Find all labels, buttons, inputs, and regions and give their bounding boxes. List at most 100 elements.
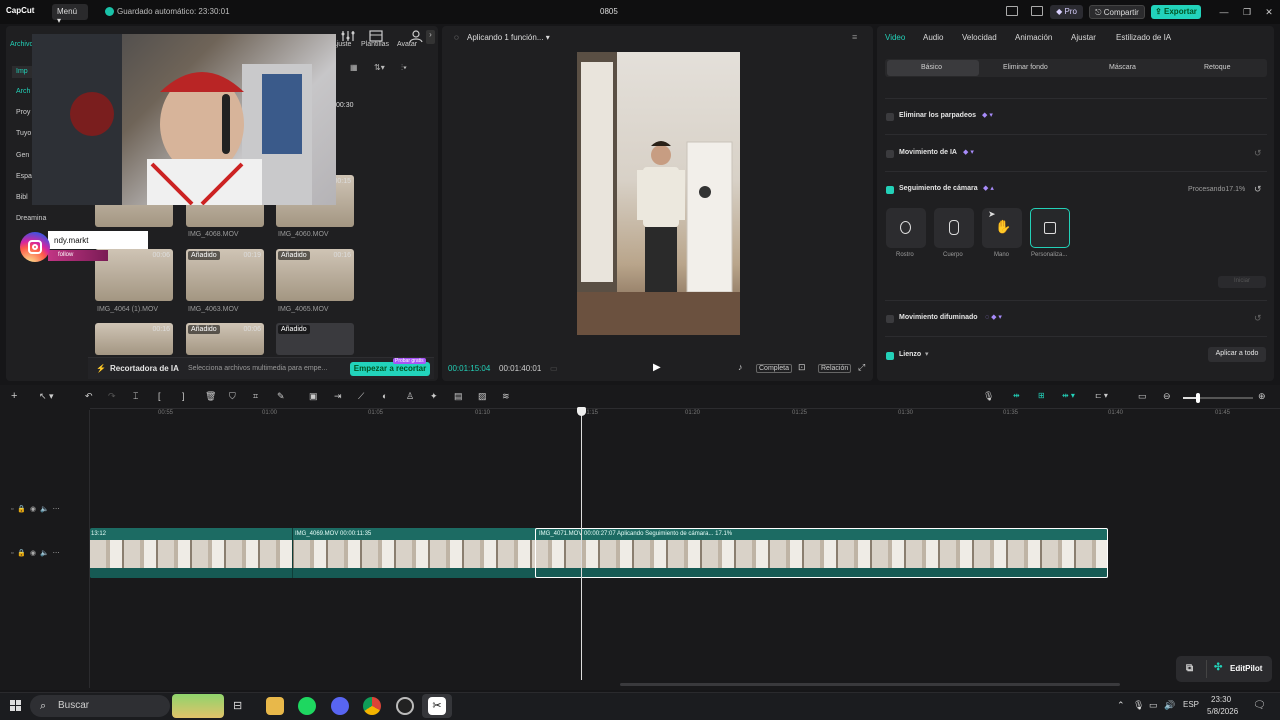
pip-icon[interactable]: ⧉ xyxy=(1186,663,1193,674)
ratio-button[interactable]: Relación xyxy=(818,364,852,373)
reset-icon[interactable]: ↺ xyxy=(1254,148,1262,159)
sidebar-item-projects[interactable]: Proy xyxy=(16,109,30,116)
filter-icon[interactable]: ⫶▾ xyxy=(401,63,407,73)
audio-wave-icon[interactable]: ≋ xyxy=(502,391,510,402)
apply-all-button[interactable]: Aplicar a todo xyxy=(1208,347,1266,362)
sidebar-item-yours[interactable]: Tuyo xyxy=(16,130,31,137)
media-clip[interactable]: Añadido 00:19 xyxy=(186,249,264,301)
media-clip[interactable]: Añadido xyxy=(276,323,354,355)
export-button[interactable]: ⇪ Exportar xyxy=(1151,5,1201,19)
magnet-icon[interactable]: ⊞ xyxy=(1038,391,1045,400)
spotify-icon[interactable] xyxy=(298,697,316,715)
project-name[interactable]: 0805 xyxy=(600,7,618,16)
layout-icon[interactable] xyxy=(1006,6,1018,16)
split-icon[interactable]: ⌶ xyxy=(133,391,138,402)
subtab-basic[interactable]: Básico xyxy=(921,64,942,71)
reset-icon[interactable]: ↺ xyxy=(1254,313,1262,324)
volume-icon[interactable]: 🔊 xyxy=(1164,700,1175,711)
tool-archivo-label[interactable]: Archivo xyxy=(10,41,33,48)
select-tool-icon[interactable]: ↖ ▾ xyxy=(39,391,54,402)
discord-icon[interactable] xyxy=(331,697,349,715)
start-button[interactable]: Iniciar xyxy=(1218,276,1266,288)
sort-icon[interactable]: ⇅▾ xyxy=(374,63,385,72)
player-menu-icon[interactable]: ≡ xyxy=(852,32,857,42)
add-icon[interactable]: + xyxy=(11,390,17,402)
subtab-mask[interactable]: Máscara xyxy=(1109,64,1136,71)
task-view-icon[interactable]: ⊟ xyxy=(233,699,242,712)
track-controls-1[interactable]: ▫ 🔒 ◉ 🔈 ⋯ xyxy=(11,505,60,513)
audio-icon[interactable]: ♪ xyxy=(738,362,743,372)
share-button[interactable]: ⎋ Compartir xyxy=(1089,5,1145,19)
zoom-out-icon[interactable]: ⊖ xyxy=(1163,391,1171,402)
redo-icon[interactable]: ↷ xyxy=(108,391,116,402)
taskbar-search[interactable]: Buscar xyxy=(30,695,170,717)
sidebar-item-library[interactable]: Bibl xyxy=(16,194,28,201)
zoom-in-icon[interactable]: ⊕ xyxy=(1258,391,1266,402)
play-icon[interactable]: ▶ xyxy=(653,362,661,373)
full-quality-button[interactable]: Completa xyxy=(756,364,792,373)
sidebar-item-generated[interactable]: Gen xyxy=(16,152,29,159)
playhead[interactable] xyxy=(581,408,582,680)
track-controls-2[interactable]: ▫ 🔒 ◉ 🔈 ⋯ xyxy=(11,549,60,557)
windows-start-icon[interactable] xyxy=(10,700,22,712)
taskbar-time[interactable]: 23:30 xyxy=(1211,695,1231,704)
tool-plantillas-label[interactable]: Plantillas xyxy=(361,41,389,48)
chrome-icon[interactable] xyxy=(363,697,381,715)
caption-toggle-icon[interactable]: ▭ xyxy=(1138,391,1147,402)
fullscreen-icon[interactable]: ⤢ xyxy=(858,362,865,373)
trim-left-icon[interactable]: [ xyxy=(158,391,161,401)
chevron-down-icon[interactable]: ▾ xyxy=(925,350,929,358)
video-preview[interactable] xyxy=(577,52,740,335)
tab-adjust[interactable]: Ajustar xyxy=(1071,33,1096,42)
timeline-scrollbar[interactable] xyxy=(620,683,1120,686)
subtab-retouch[interactable]: Retoque xyxy=(1204,64,1230,71)
canvas-checkbox[interactable] xyxy=(886,352,894,360)
subtab-remove-bg[interactable]: Eliminar fondo xyxy=(1003,64,1048,71)
sidebar-item-dreamina[interactable]: Dreamina xyxy=(16,215,46,222)
camera-track-checkbox[interactable] xyxy=(886,186,894,194)
link-icon[interactable]: ⇹ ▾ xyxy=(1062,391,1075,400)
notifications-icon[interactable]: 🗨 xyxy=(1253,700,1266,711)
tab-audio[interactable]: Audio xyxy=(923,33,943,42)
media-clip[interactable]: Añadido 00:16 xyxy=(276,249,354,301)
reverse-icon[interactable]: ⇥ xyxy=(334,391,342,402)
trim-right-icon[interactable]: ] xyxy=(182,391,185,401)
person-icon[interactable]: ♙ xyxy=(406,391,414,402)
blink-checkbox[interactable] xyxy=(886,113,894,121)
ai-motion-checkbox[interactable] xyxy=(886,150,894,158)
view-grid-icon[interactable]: ▦ xyxy=(350,63,358,72)
media-clip[interactable]: 00:16 xyxy=(95,323,173,355)
monitor-tray-icon[interactable]: ▭ xyxy=(1149,700,1158,711)
mirror-icon[interactable]: ⟋ xyxy=(358,391,364,402)
snapshot-icon[interactable]: ⊡ xyxy=(798,362,806,373)
shortcuts-icon[interactable] xyxy=(1031,6,1043,16)
motion-blur-checkbox[interactable] xyxy=(886,315,894,323)
timeline-view-icon[interactable]: ▭ xyxy=(550,364,558,373)
ai-edit-icon[interactable]: ✎ xyxy=(277,391,285,402)
shield-icon[interactable]: ⛉ xyxy=(229,391,236,402)
editpilot-widget[interactable]: ⧉ ✣ EditPilot xyxy=(1176,656,1272,682)
tray-chevron-icon[interactable]: ⌃ xyxy=(1117,700,1125,711)
undo-icon[interactable]: ↶ xyxy=(85,391,93,402)
tab-video[interactable]: Video xyxy=(885,33,905,42)
sidebar-item-spaces[interactable]: Espa xyxy=(16,173,32,180)
link-main-track-icon[interactable]: ⇹ xyxy=(1013,391,1020,400)
menu-button[interactable]: Menú ▾ xyxy=(52,4,88,25)
rotate-icon[interactable]: ◐ xyxy=(382,391,387,401)
playhead-handle[interactable] xyxy=(577,407,586,416)
zoom-slider-handle[interactable] xyxy=(1196,393,1200,403)
file-explorer-icon[interactable] xyxy=(266,697,284,715)
language-indicator[interactable]: ESP xyxy=(1183,700,1199,709)
minimize-icon[interactable]: — xyxy=(1218,6,1230,18)
microphone-icon[interactable]: 🎙 xyxy=(983,391,994,402)
sidebar-item-archive[interactable]: Arch xyxy=(16,88,30,95)
delete-icon[interactable]: 🗑 xyxy=(205,391,216,402)
track-custom-option[interactable] xyxy=(1030,208,1070,248)
reset-icon[interactable]: ↺ xyxy=(1254,184,1262,195)
close-icon[interactable]: ✕ xyxy=(1263,6,1275,18)
pro-button[interactable]: ◆ Pro xyxy=(1050,5,1083,19)
magic-icon[interactable]: ✦ xyxy=(430,391,438,402)
caption-icon[interactable]: ▤ xyxy=(454,391,463,402)
preview-axis-icon[interactable]: ⊏ ▾ xyxy=(1095,391,1108,400)
taskbar-date[interactable]: 5/8/2026 xyxy=(1207,707,1238,716)
